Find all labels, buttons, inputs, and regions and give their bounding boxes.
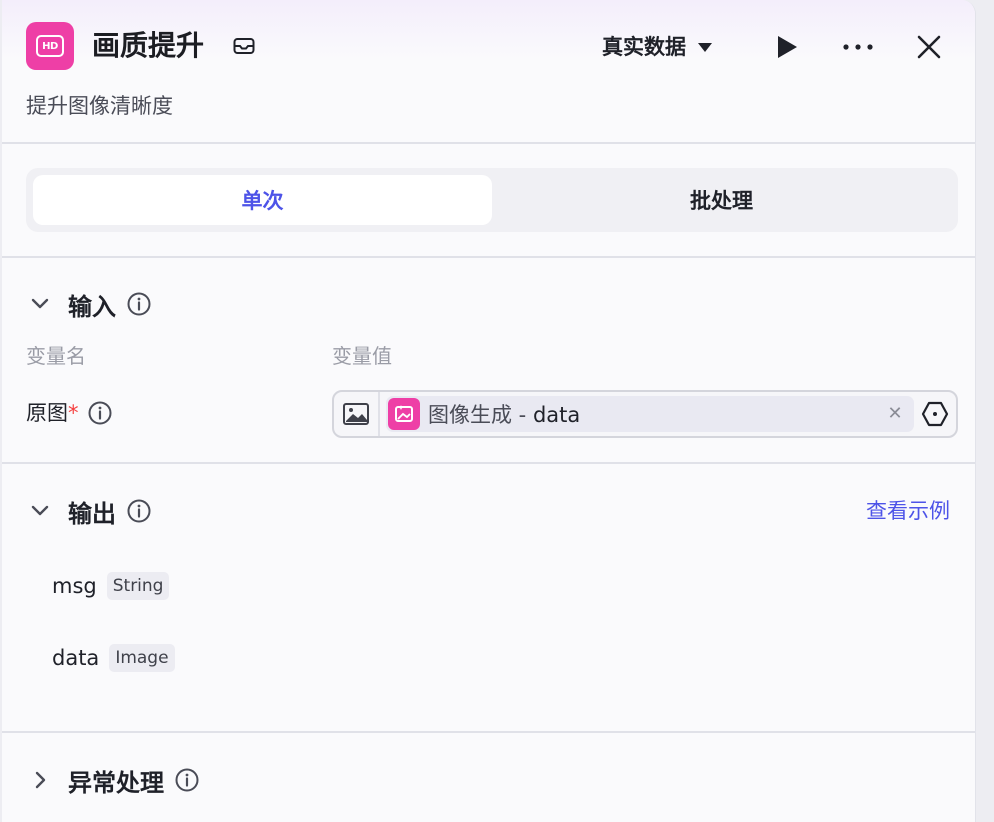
node-config-panel: HD 画质提升 真实数据 提升图像清晰度 单次 批处理 输入 变量名 变量值 原… [2,0,976,822]
info-icon[interactable] [174,767,200,793]
column-header-var-value: 变量值 [332,344,392,368]
divider [2,142,975,144]
output-type-badge: Image [109,644,175,672]
info-icon[interactable] [126,498,152,524]
hexagon-settings-icon[interactable] [920,399,950,429]
output-section-title: 输出 [68,499,116,528]
play-icon[interactable] [772,32,802,62]
info-icon[interactable] [87,400,113,426]
mode-tabs: 单次 批处理 [26,168,958,232]
caret-down-icon [698,42,712,52]
hd-icon: HD [26,22,74,70]
inbox-icon[interactable] [232,36,256,56]
field-label-text: 原图 [26,401,68,425]
divider [2,256,975,258]
variable-value-input[interactable]: 图像生成 - data ✕ [332,390,958,438]
data-mode-label: 真实数据 [602,35,686,59]
output-section-header[interactable]: 输出 [26,493,152,529]
chevron-down-icon[interactable] [26,497,54,525]
image-type-icon[interactable] [334,392,380,436]
field-original-image-label: 原图 * [26,397,113,429]
divider [2,462,975,464]
variable-reference-chip[interactable]: 图像生成 - data ✕ [386,396,914,432]
panel-header: HD 画质提升 真实数据 提升图像清晰度 [2,0,975,142]
divider [2,731,975,733]
chevron-right-icon[interactable] [26,766,54,794]
output-item: msg String [52,572,170,600]
output-name: msg [52,574,97,598]
image-generate-icon [388,398,420,430]
input-section-header[interactable]: 输入 [26,286,152,322]
column-header-var-name: 变量名 [26,344,86,368]
page-title: 画质提升 [92,29,205,62]
output-name: data [52,646,100,670]
chevron-down-icon[interactable] [26,290,54,318]
error-handling-title: 异常处理 [68,768,164,797]
variable-reference-text: 图像生成 - data [428,403,581,427]
error-handling-section-header[interactable]: 异常处理 [26,762,200,798]
view-example-link[interactable]: 查看示例 [866,495,950,527]
output-type-badge: String [106,572,170,600]
data-mode-select[interactable]: 真实数据 [602,30,712,64]
clear-icon[interactable]: ✕ [884,403,906,425]
tab-single[interactable]: 单次 [33,175,492,225]
output-item: data Image [52,644,175,672]
input-section-title: 输入 [68,292,116,321]
tab-batch[interactable]: 批处理 [492,175,951,225]
more-horizontal-icon[interactable] [838,32,878,62]
page-subtitle: 提升图像清晰度 [26,94,173,118]
close-icon[interactable] [912,30,946,64]
info-icon[interactable] [126,291,152,317]
required-asterisk: * [68,401,79,425]
